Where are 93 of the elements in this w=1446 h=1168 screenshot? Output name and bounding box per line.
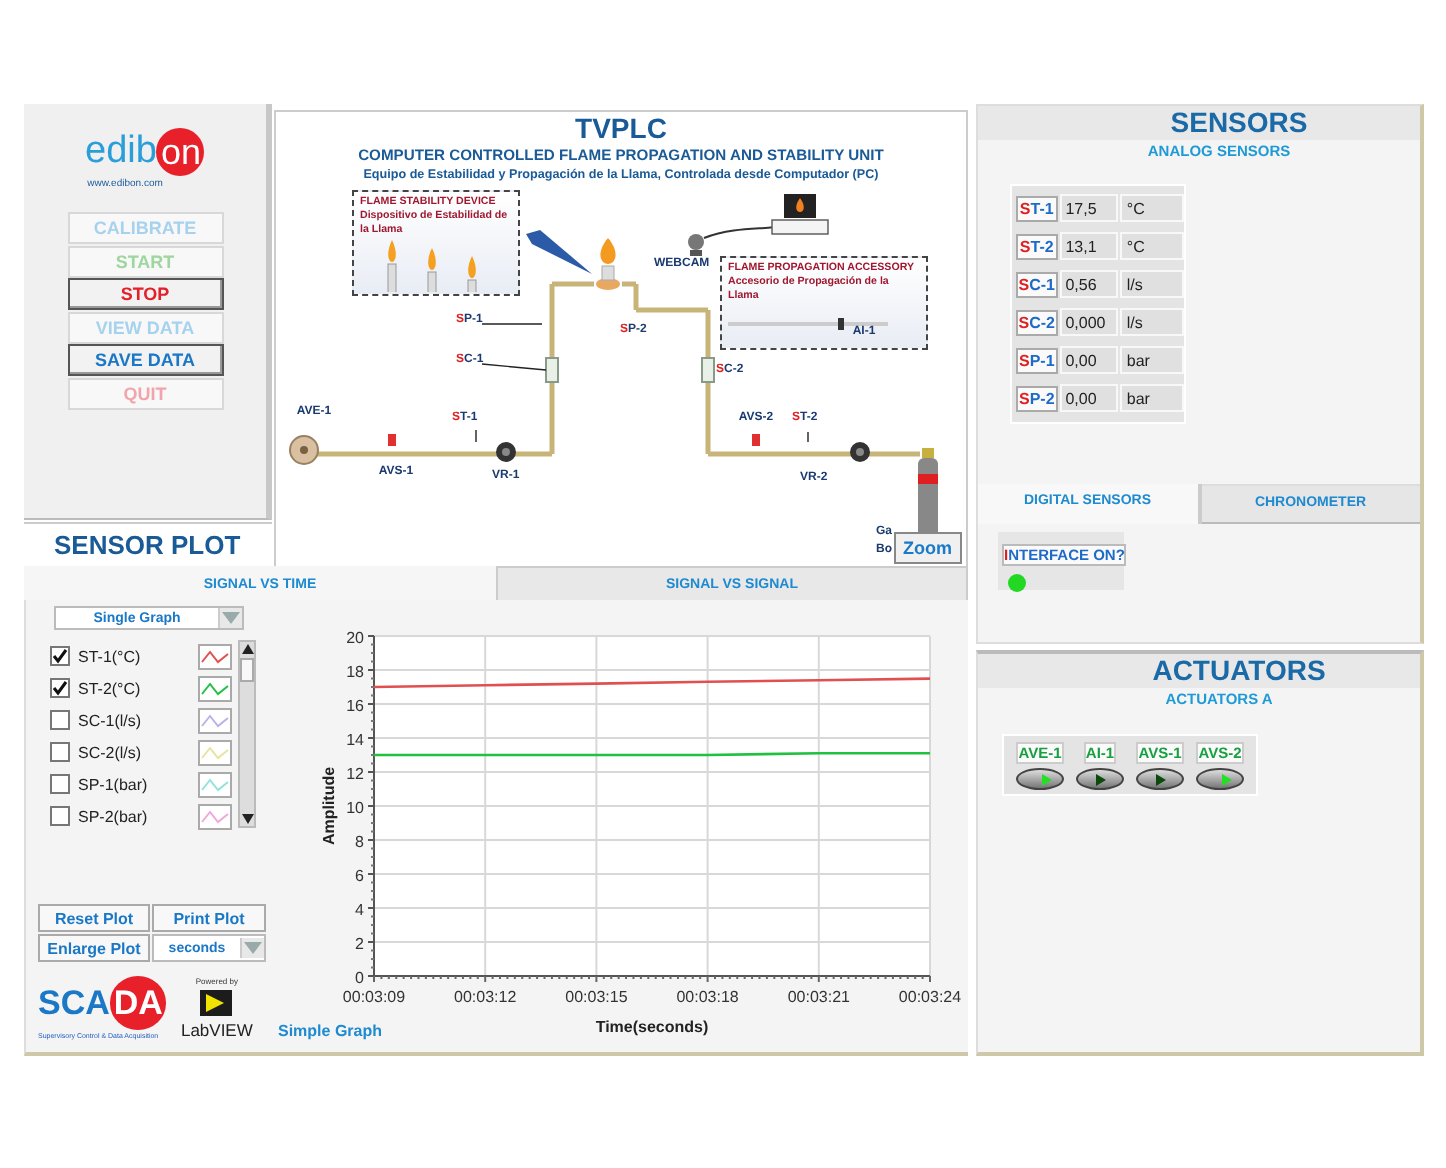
signal-label: SC-1(l/s) (78, 711, 144, 729)
checkbox[interactable] (50, 646, 70, 666)
valve-icon (496, 442, 516, 462)
signal-label: SP-2(bar) (78, 807, 150, 825)
computer-icon (771, 194, 829, 235)
fan-icon (289, 435, 319, 465)
burner-drawing (596, 238, 620, 290)
axis-title: Time(seconds) (595, 1018, 709, 1036)
value-field: 17,5 (1059, 194, 1119, 222)
value-field: 0,56 (1059, 270, 1119, 298)
diagram-title: TVPLC (575, 114, 667, 144)
pointer-arrow (526, 230, 592, 274)
leader-line (475, 429, 477, 443)
axis-tick-label: 00:03:24 (898, 988, 962, 1006)
value-field: 13,1 (1059, 232, 1119, 260)
signal-label: SC-2(l/s) (78, 743, 144, 761)
plot-legend-icon[interactable] (198, 643, 232, 669)
dropdown-arrow-icon (240, 938, 264, 958)
plot-legend-icon[interactable] (198, 771, 232, 797)
axis-tick-label: 00:03:12 (454, 988, 517, 1006)
scroll-down-icon[interactable] (241, 812, 253, 824)
leader-line (481, 323, 543, 325)
plot-button[interactable]: Print Plot (152, 904, 266, 932)
axis-tick-label: 00:03:21 (787, 988, 850, 1006)
plot-legend-icon[interactable] (198, 803, 232, 829)
sensor-tag: SC-2 (1016, 309, 1058, 335)
leader-line (481, 363, 547, 371)
unit-field: °C (1120, 232, 1184, 260)
toggle-switch[interactable] (1136, 768, 1184, 790)
toggle-switch[interactable] (1076, 768, 1124, 790)
valve-icon (850, 442, 870, 462)
signal-label: SP-1(bar) (78, 775, 150, 793)
sensor-tag: ST-2 (1016, 233, 1058, 259)
checkbox[interactable] (50, 710, 70, 730)
axis-tick-label: 8 (355, 833, 364, 851)
control-button[interactable]: STOP (67, 278, 223, 310)
axis-tick-label: 00:03:09 (342, 988, 406, 1006)
plot-button[interactable]: Reset Plot (38, 904, 150, 932)
axis-tick-label: 18 (346, 663, 364, 681)
checkbox[interactable] (50, 806, 70, 826)
graph-caption: Simple Graph (278, 1022, 383, 1040)
signal-label: ST-2(°C) (78, 679, 143, 697)
sensor-tag: SP-2 (1016, 385, 1058, 411)
dropdown-arrow-icon (218, 608, 242, 628)
axis-tick-label: 16 (346, 697, 364, 715)
valve-icon (388, 434, 396, 446)
control-button[interactable]: SAVE DATA (67, 344, 223, 376)
labview-logo-text: LabVIEW (180, 1020, 253, 1040)
value-field: 0,00 (1059, 384, 1119, 412)
signal-label: ST-1(°C) (78, 647, 143, 665)
leader-line (807, 431, 809, 443)
unit-field: l/s (1120, 270, 1184, 298)
webcam-icon (688, 234, 704, 256)
sensor-tag: SC-1 (1016, 271, 1058, 297)
scrollbar[interactable] (238, 640, 256, 828)
axis-tick-label: 20 (346, 629, 364, 647)
unit-field: bar (1120, 346, 1184, 374)
checkbox[interactable] (50, 774, 70, 794)
scroll-thumb[interactable] (240, 658, 254, 682)
axis-tick-label: 10 (346, 799, 364, 817)
plot-legend-icon[interactable] (198, 739, 232, 765)
axis-tick-label: 2 (355, 935, 364, 953)
axis-tick-label: 0 (355, 969, 364, 987)
axis-tick-label: 6 (355, 867, 364, 885)
edibon-logo: edibon (85, 128, 205, 176)
flow-sensor-icon (545, 357, 559, 383)
zoom-button[interactable]: Zoom (893, 532, 962, 564)
gas-bottle-drawing (918, 448, 938, 538)
axis-tick-label: 14 (346, 731, 364, 749)
unit-field: l/s (1120, 308, 1184, 336)
flow-sensor-icon (701, 357, 715, 383)
axis-tick-label: 4 (355, 901, 364, 919)
sensor-tag: ST-1 (1016, 195, 1058, 221)
unit-field: bar (1120, 384, 1184, 412)
checkbox[interactable] (50, 678, 70, 698)
labview-icon (200, 990, 233, 1016)
plot-button[interactable]: Enlarge Plot (38, 934, 150, 962)
panel-title: SENSORS (978, 106, 1420, 140)
panel-title: ACTUATORS (978, 654, 1420, 688)
plot-legend-icon[interactable] (198, 675, 232, 701)
sensor-tag: SP-1 (1016, 347, 1058, 373)
unit-field: °C (1120, 194, 1184, 222)
toggle-switch[interactable] (1016, 768, 1064, 790)
axis-tick-label: 00:03:15 (565, 988, 628, 1006)
axis-tick-label: 00:03:18 (676, 988, 739, 1006)
axis-title: Amplitude (320, 766, 338, 846)
toggle-switch[interactable] (1196, 768, 1244, 790)
plot-legend-icon[interactable] (198, 707, 232, 733)
valve-icon (752, 434, 760, 446)
value-field: 0,00 (1059, 346, 1119, 374)
checkbox[interactable] (50, 742, 70, 762)
axis-tick-label: 12 (346, 765, 364, 783)
value-field: 0,000 (1059, 308, 1119, 336)
